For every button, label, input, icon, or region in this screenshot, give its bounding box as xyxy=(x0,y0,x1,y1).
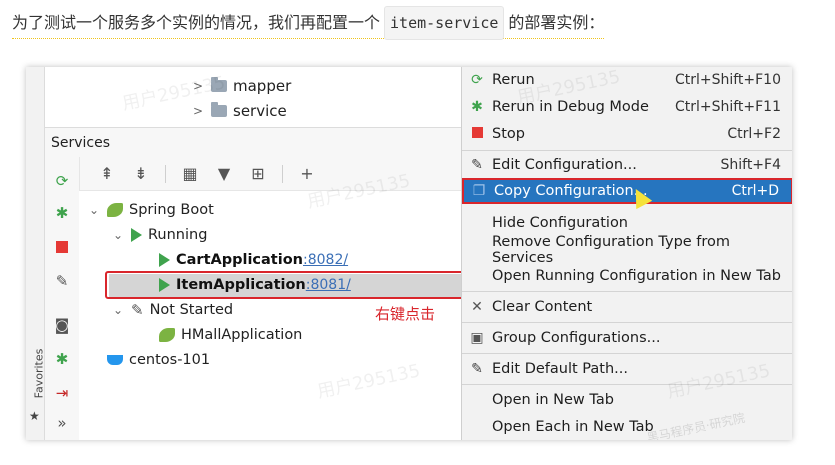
node-spring-boot[interactable]: ⌄ Spring Boot xyxy=(89,197,214,222)
chevron-down-icon[interactable]: ⌄ xyxy=(113,228,125,242)
node-label: Running xyxy=(148,226,208,243)
folder-icon xyxy=(211,102,227,117)
menu-label: Hide Configuration xyxy=(492,215,629,231)
menu-item-rerun[interactable]: ⟳ Rerun Ctrl+Shift+F10 xyxy=(462,67,792,93)
menu-item-stop[interactable]: Stop Ctrl+F2 xyxy=(462,121,792,147)
menu-item-hide-configuration[interactable]: Hide Configuration xyxy=(462,210,792,236)
filter-icon[interactable]: ▼ xyxy=(214,164,234,183)
menu-shortcut: Ctrl+D xyxy=(731,183,779,199)
toolbar-divider xyxy=(282,164,283,183)
services-sidebar: ⟳ ✱ ✎ ◙ ✱ ⇥ » xyxy=(45,157,80,440)
menu-item-group-configurations[interactable]: ▣ Group Configurations... xyxy=(462,325,792,351)
menu-label: Group Configurations... xyxy=(492,330,661,346)
menu-item-edit-configuration[interactable]: ✎ Edit Configuration... Shift+F4 xyxy=(462,152,792,178)
expand-all-icon[interactable]: ⇞ xyxy=(97,164,117,183)
menu-label: Clear Content xyxy=(492,299,593,315)
rerun-icon: ⟳ xyxy=(471,72,483,88)
copy-icon: ❐ xyxy=(472,183,486,199)
wrench-icon[interactable]: ✎ xyxy=(52,271,72,291)
pencil-icon: ✎ xyxy=(471,157,483,173)
node-label: Not Started xyxy=(149,301,234,318)
left-tool-strip: Favorites ★ xyxy=(26,67,45,440)
intro-code: item-service xyxy=(384,6,505,40)
rerun-icon[interactable]: ⟳ xyxy=(52,171,72,191)
add-icon[interactable]: + xyxy=(297,164,317,183)
menu-label: Open in New Tab xyxy=(492,392,614,408)
ide-screenshot: Favorites ★ > mapper > service Services … xyxy=(26,67,792,440)
debug-icon: ✱ xyxy=(471,99,483,115)
right-click-annotation: 右键点击 xyxy=(375,305,436,323)
highlight-box xyxy=(105,271,479,299)
chevron-right-icon[interactable]: > xyxy=(193,104,205,118)
services-panel-title: Services xyxy=(45,127,461,157)
port-link[interactable]: :8082/ xyxy=(303,252,348,268)
stop-icon xyxy=(462,126,492,142)
menu-item-clear-content[interactable]: ✕ Clear Content xyxy=(462,294,792,320)
node-centos[interactable]: centos-101 xyxy=(89,347,210,372)
menu-label: Stop xyxy=(492,126,525,142)
node-label: centos-101 xyxy=(129,351,211,368)
intro-sentence: 为了测试一个服务多个实例的情况，我们再配置一个 item-service 的部署… xyxy=(12,6,605,40)
intro-text-after: 的部署实例： xyxy=(508,13,605,32)
menu-separator xyxy=(462,322,792,323)
pencil-icon: ✎ xyxy=(471,361,483,377)
docker-icon xyxy=(107,354,123,365)
attach-debugger-icon[interactable]: ✱ xyxy=(52,349,72,369)
chevron-down-icon[interactable]: ⌄ xyxy=(113,303,125,317)
menu-label: Copy Configuration... xyxy=(494,183,648,199)
new-tab-icon[interactable]: ⊞ xyxy=(248,164,268,183)
group-by-icon[interactable]: ▦ xyxy=(180,164,200,183)
stop-icon[interactable] xyxy=(52,237,72,257)
menu-item-copy-configuration[interactable]: ❐ Copy Configuration... Ctrl+D xyxy=(462,178,792,204)
menu-shortcut: Ctrl+Shift+F11 xyxy=(674,99,781,115)
wrench-icon: ✎ xyxy=(131,300,144,319)
chevron-down-icon[interactable]: ⌄ xyxy=(89,203,101,217)
project-tree: > mapper > service xyxy=(45,67,461,127)
node-cart-application[interactable]: CartApplication :8082/ xyxy=(159,247,348,272)
menu-shortcut: Ctrl+Shift+F10 xyxy=(674,72,781,88)
menu-label: Open Each in New Tab xyxy=(492,419,654,435)
spring-boot-icon xyxy=(107,202,123,217)
tree-item-label: mapper xyxy=(233,77,292,95)
menu-shortcut: Shift+F4 xyxy=(720,157,781,173)
spring-boot-icon xyxy=(159,327,175,342)
run-icon xyxy=(159,252,170,267)
menu-shortcut: Ctrl+F2 xyxy=(727,126,781,142)
star-icon: ★ xyxy=(29,409,40,423)
node-label: HMallApplication xyxy=(181,326,303,343)
menu-label: Edit Configuration... xyxy=(492,157,637,173)
menu-label: Remove Configuration Type from Services xyxy=(492,234,731,266)
intro-text-before: 为了测试一个服务多个实例的情况，我们再配置一个 xyxy=(12,13,381,32)
camera-icon[interactable]: ◙ xyxy=(52,315,72,335)
close-icon: ✕ xyxy=(471,299,483,315)
node-running[interactable]: ⌄ Running xyxy=(113,222,207,247)
menu-item-rerun-debug[interactable]: ✱ Rerun in Debug Mode Ctrl+Shift+F11 xyxy=(462,94,792,120)
toolbar-divider xyxy=(165,164,166,183)
node-label: Spring Boot xyxy=(129,201,214,218)
node-not-started[interactable]: ⌄ ✎ Not Started xyxy=(113,297,233,322)
node-label: CartApplication xyxy=(176,251,303,268)
more-icon[interactable]: » xyxy=(52,413,72,433)
run-icon xyxy=(131,227,142,242)
menu-separator xyxy=(462,291,792,292)
menu-separator xyxy=(462,150,792,151)
menu-item-remove-configuration-type[interactable]: Remove Configuration Type from Services xyxy=(462,234,792,266)
menu-item-open-running-configuration[interactable]: Open Running Configuration in New Tab xyxy=(462,263,792,289)
menu-separator xyxy=(462,353,792,354)
favorites-tab[interactable]: Favorites xyxy=(32,349,45,399)
node-hmall-application[interactable]: HMallApplication xyxy=(159,322,302,347)
tree-item-label: service xyxy=(233,102,287,120)
tree-item-service[interactable]: > service xyxy=(193,102,287,120)
debug-icon[interactable]: ✱ xyxy=(52,203,72,223)
exit-icon[interactable]: ⇥ xyxy=(52,383,72,403)
group-icon: ▣ xyxy=(470,330,484,346)
collapse-all-icon[interactable]: ⇟ xyxy=(131,164,151,183)
menu-label: Open Running Configuration in New Tab xyxy=(492,268,781,284)
